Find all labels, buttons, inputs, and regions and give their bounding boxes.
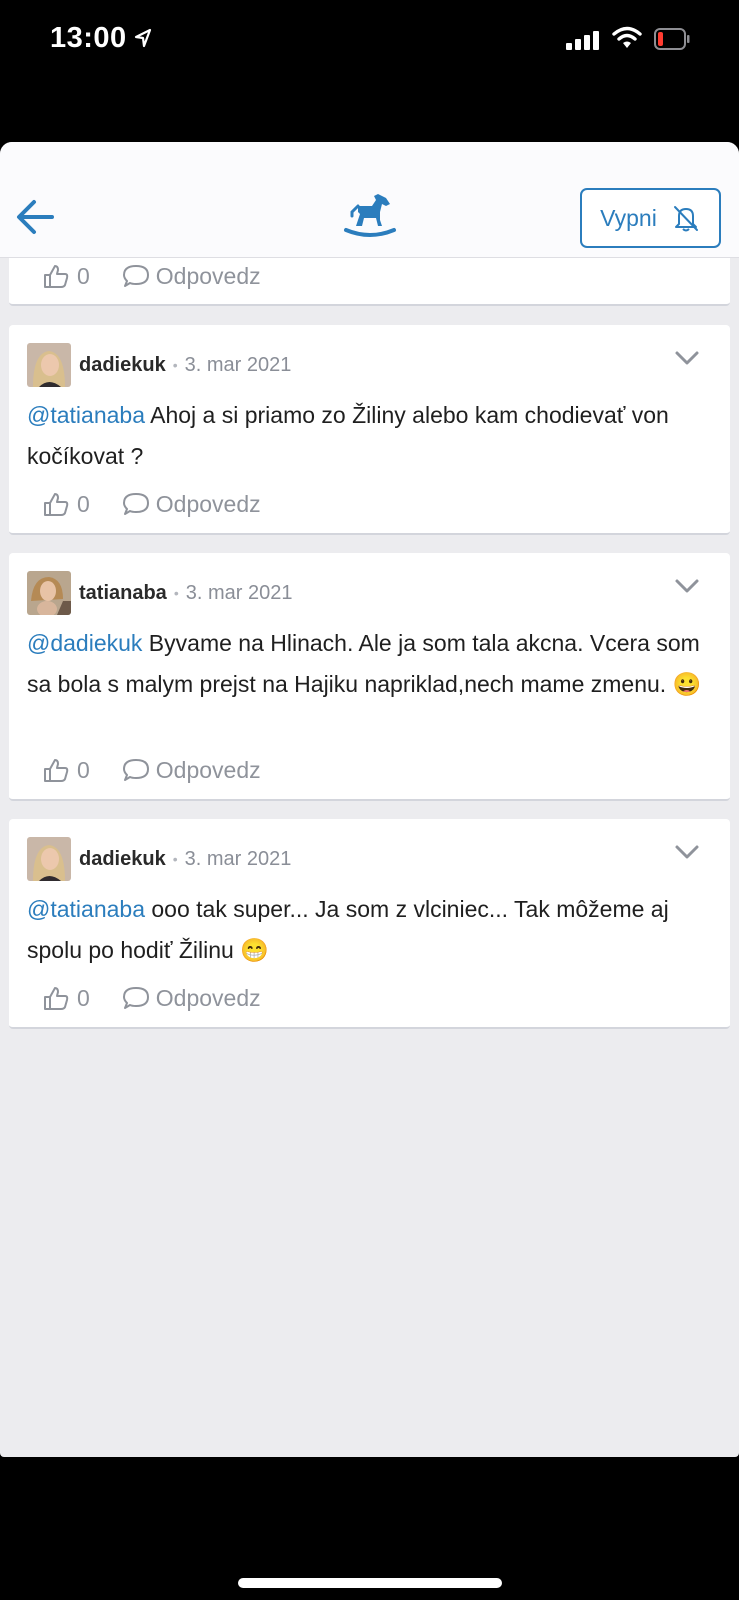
rocking-horse-icon[interactable] — [342, 190, 398, 238]
comment-text: @tatianaba ooo tak super... Ja som z vlc… — [27, 889, 704, 971]
comment-header: dadiekuk • 3. mar 2021 — [27, 343, 291, 387]
avatar[interactable] — [27, 343, 71, 387]
avatar[interactable] — [27, 837, 71, 881]
comment-header: tatianaba • 3. mar 2021 — [27, 571, 292, 615]
like-count: 0 — [77, 490, 90, 517]
comment-header: dadiekuk • 3. mar 2021 — [27, 837, 291, 881]
speech-bubble-icon[interactable] — [122, 757, 150, 783]
comment-date: 3. mar 2021 — [184, 847, 292, 870]
home-indicator[interactable] — [238, 1578, 502, 1588]
comment-username[interactable]: tatianaba — [79, 582, 167, 605]
comment-card: tatianaba • 3. mar 2021 @dadiekuk Byvame… — [9, 553, 730, 801]
thumbs-up-icon[interactable] — [43, 263, 69, 289]
comment-text: @dadiekuk Byvame na Hlinach. Ale ja som … — [27, 623, 704, 705]
comment-actions: 0 Odpovedz — [43, 260, 261, 292]
comment-username[interactable]: dadiekuk — [79, 848, 166, 871]
chevron-down-icon[interactable] — [674, 349, 700, 367]
top-navigation-bar: Vypni — [0, 142, 739, 258]
thumbs-up-icon[interactable] — [43, 757, 69, 783]
cellular-signal-icon — [566, 31, 599, 50]
status-time: 13:00 — [50, 22, 127, 54]
status-bar: 13:00 — [0, 0, 739, 140]
unsubscribe-label: Vypni — [600, 204, 657, 231]
thumbs-up-icon[interactable] — [43, 491, 69, 517]
reply-button[interactable]: Odpovedz — [156, 491, 261, 518]
reply-button[interactable]: Odpovedz — [156, 985, 261, 1012]
unsubscribe-button[interactable]: Vypni — [580, 188, 721, 248]
chevron-down-icon[interactable] — [674, 577, 700, 595]
mention-link[interactable]: @tatianaba — [27, 896, 145, 922]
speech-bubble-icon[interactable] — [122, 985, 150, 1011]
comment-date: 3. mar 2021 — [185, 581, 293, 604]
speech-bubble-icon[interactable] — [122, 491, 150, 517]
comment-card: dadiekuk • 3. mar 2021 @tatianaba ooo ta… — [9, 819, 730, 1029]
comment-text: @tatianaba Ahoj a si priamo zo Žiliny al… — [27, 395, 704, 477]
avatar[interactable] — [27, 571, 71, 615]
battery-low-icon — [654, 28, 690, 50]
bell-off-icon — [673, 206, 698, 232]
chevron-down-icon[interactable] — [674, 843, 700, 861]
location-arrow-icon — [134, 28, 152, 48]
app-sheet: Vypni 0 Odpovedz dadiekuk • 3. mar 2021 … — [0, 142, 739, 1457]
like-count: 0 — [77, 756, 90, 783]
meta-separator: • — [172, 357, 178, 373]
meta-separator: • — [172, 851, 178, 867]
mention-link[interactable]: @dadiekuk — [27, 630, 142, 656]
like-count: 0 — [77, 984, 90, 1011]
comment-actions: 0 Odpovedz — [43, 982, 261, 1014]
reply-button[interactable]: Odpovedz — [156, 263, 261, 290]
meta-separator: • — [173, 585, 179, 601]
like-count: 0 — [77, 262, 90, 289]
back-arrow-icon[interactable] — [14, 194, 60, 240]
thumbs-up-icon[interactable] — [43, 985, 69, 1011]
speech-bubble-icon[interactable] — [122, 263, 150, 289]
reply-button[interactable]: Odpovedz — [156, 757, 261, 784]
wifi-icon — [612, 26, 642, 48]
mention-link[interactable]: @tatianaba — [27, 402, 145, 428]
comment-card: dadiekuk • 3. mar 2021 @tatianaba Ahoj a… — [9, 325, 730, 535]
comment-actions: 0 Odpovedz — [43, 754, 261, 786]
comment-username[interactable]: dadiekuk — [79, 354, 166, 377]
comment-actions: 0 Odpovedz — [43, 488, 261, 520]
comment-date: 3. mar 2021 — [184, 353, 292, 376]
